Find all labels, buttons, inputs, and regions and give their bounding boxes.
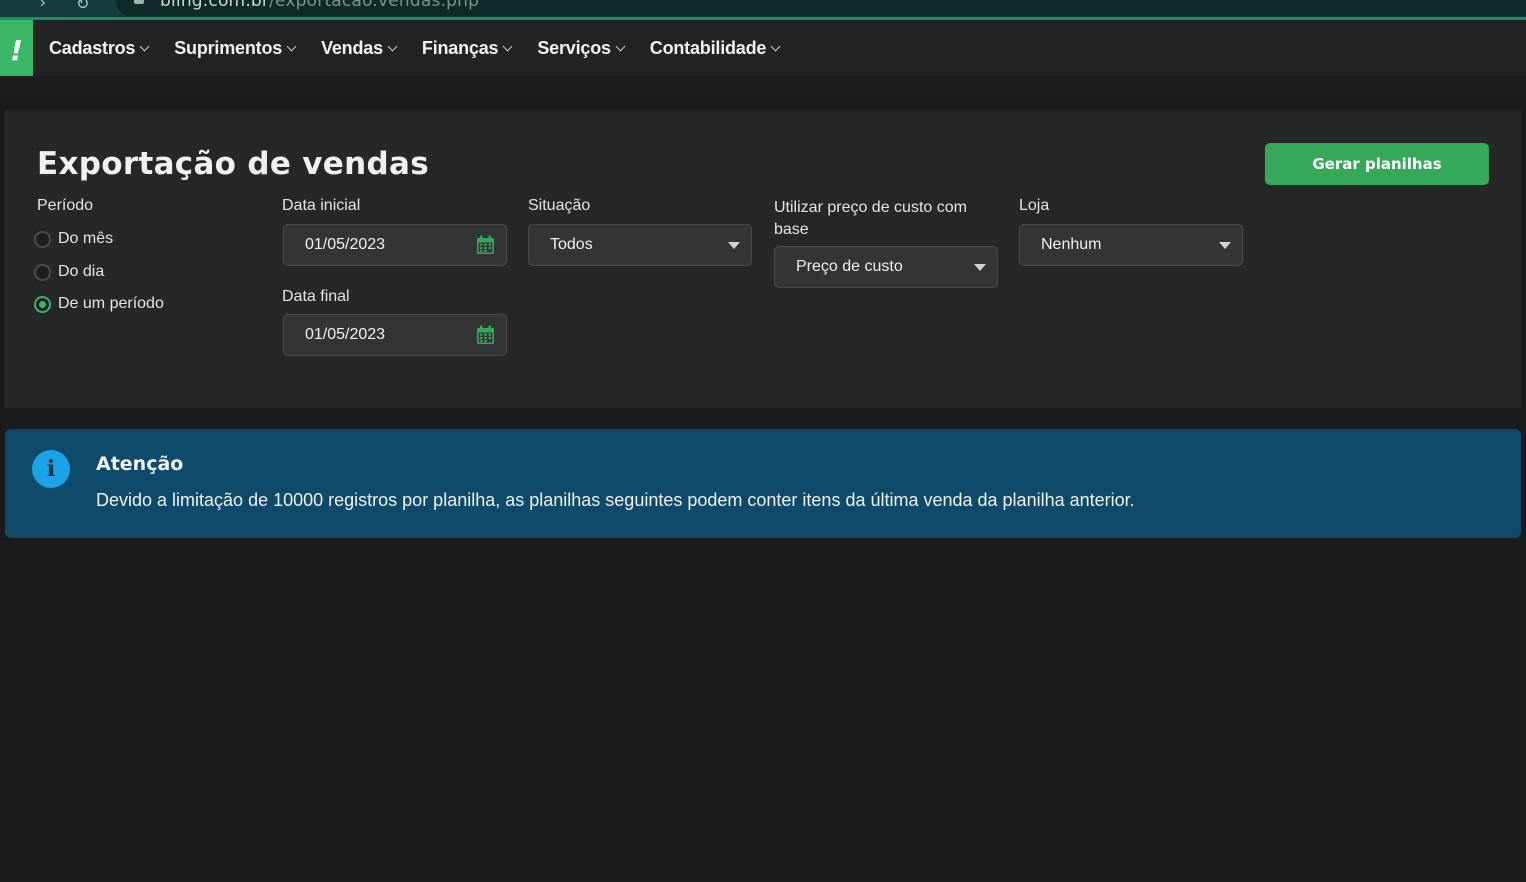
situacao-label: Situação (528, 197, 591, 214)
alert-title: Atenção (96, 453, 184, 475)
situacao-value: Todos (550, 236, 593, 253)
lock-icon (134, 0, 144, 4)
calendar-icon[interactable] (476, 235, 495, 255)
radio-button-checked-icon[interactable] (34, 295, 51, 313)
generate-spreadsheets-button[interactable]: Gerar planilhas (1265, 143, 1489, 185)
menu-vendas[interactable]: Vendas (321, 37, 398, 59)
caret-down-icon (974, 264, 986, 271)
chevron-down-icon (615, 41, 626, 52)
loja-label: Loja (1019, 197, 1050, 214)
radio-de-um-periodo[interactable]: De um período (34, 295, 164, 313)
data-inicial-input[interactable]: 01/05/2023 (283, 224, 507, 266)
preco-custo-label-line2: base (774, 221, 809, 238)
data-inicial-value: 01/05/2023 (305, 236, 386, 253)
preco-custo-label-line1: Utilizar preço de custo com (774, 199, 967, 216)
address-bar-url[interactable]: bling.com.br/exportacao.vendas.php (160, 0, 479, 11)
menu-cadastros-label: Cadastros (49, 37, 136, 58)
data-final-input[interactable]: 01/05/2023 (283, 314, 507, 356)
menu-suprimentos[interactable]: Suprimentos (174, 37, 297, 59)
radio-do-dia-label: Do dia (58, 263, 105, 280)
caret-down-icon (728, 242, 740, 249)
situacao-select[interactable]: Todos (528, 224, 752, 266)
preco-custo-label: Utilizar preço de custo com base (774, 197, 967, 241)
alert-message: Devido a limitação de 10000 registros po… (96, 490, 1135, 510)
menu-financas-label: Finanças (421, 37, 499, 58)
caret-down-icon (1219, 242, 1231, 249)
radio-do-mes-label: Do mês (58, 230, 114, 247)
radio-button-icon[interactable] (34, 230, 51, 248)
chevron-down-icon (286, 41, 297, 52)
menu-financas[interactable]: Finanças (421, 37, 513, 59)
data-inicial-label: Data inicial (282, 197, 361, 214)
info-icon: i (32, 450, 70, 488)
radio-de-um-periodo-label: De um período (58, 295, 164, 312)
chevron-down-icon (387, 41, 398, 52)
forward-icon[interactable]: › (40, 0, 45, 12)
menu-servicos[interactable]: Serviços (537, 37, 626, 59)
reload-icon[interactable]: ↻ (76, 0, 89, 14)
page-title: Exportação de vendas (37, 146, 429, 182)
loja-value: Nenhum (1041, 236, 1102, 253)
radio-button-icon[interactable] (34, 263, 51, 281)
periodo-label: Período (37, 197, 94, 214)
menu-servicos-label: Serviços (537, 37, 611, 58)
attention-alert (5, 429, 1521, 538)
calendar-icon[interactable] (476, 325, 495, 345)
nav-shadow-strip (0, 76, 1526, 94)
radio-do-dia[interactable]: Do dia (34, 263, 104, 281)
chevron-down-icon (139, 41, 150, 52)
menu-suprimentos-label: Suprimentos (174, 37, 283, 58)
loja-select[interactable]: Nenhum (1019, 224, 1243, 266)
bling-logo[interactable]: ! (0, 20, 33, 80)
radio-do-mes[interactable]: Do mês (34, 230, 113, 248)
preco-custo-value: Preço de custo (796, 258, 903, 275)
data-final-label: Data final (282, 288, 350, 305)
menu-cadastros[interactable]: Cadastros (49, 37, 150, 59)
chevron-down-icon (770, 41, 781, 52)
logo-glyph: ! (10, 33, 23, 67)
chevron-down-icon (502, 41, 513, 52)
data-final-value: 01/05/2023 (305, 326, 386, 343)
preco-custo-select[interactable]: Preço de custo (774, 246, 998, 288)
menu-vendas-label: Vendas (321, 37, 383, 58)
main-menu: Cadastros Suprimentos Vendas Finanças Se… (49, 20, 805, 76)
menu-contabilidade-label: Contabilidade (649, 37, 767, 58)
menu-contabilidade[interactable]: Contabilidade (649, 37, 781, 59)
